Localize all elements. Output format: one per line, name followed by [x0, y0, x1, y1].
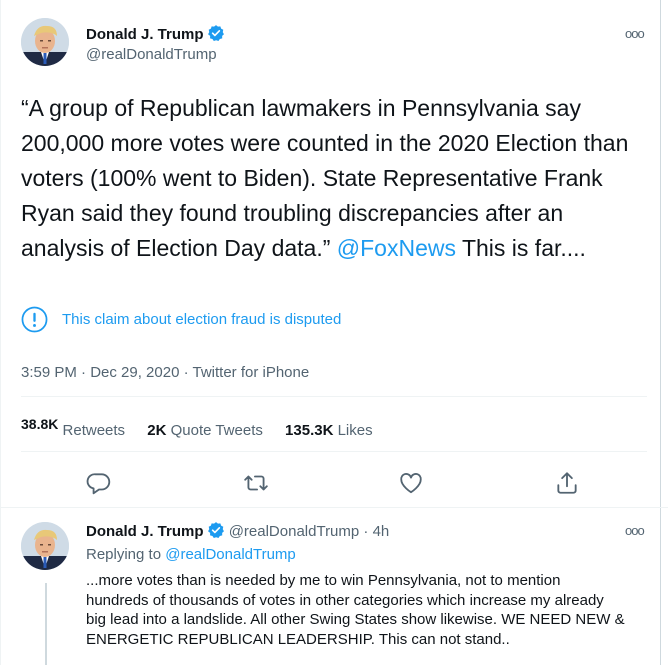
- replying-to: Replying to @realDonaldTrump: [86, 546, 296, 563]
- replying-to-handle[interactable]: @realDonaldTrump: [165, 546, 296, 563]
- tweet-text: “A group of Republican lawmakers in Penn…: [21, 91, 646, 266]
- reply-time[interactable]: 4h: [373, 523, 390, 540]
- retweet-icon[interactable]: [243, 470, 269, 496]
- tweet-stats: 38.8K Retweets 2K Quote Tweets 135.3K Li…: [21, 417, 391, 439]
- reply-author-avatar[interactable]: [21, 522, 69, 570]
- divider: [0, 507, 668, 508]
- likes-stat[interactable]: 135.3K Likes: [285, 422, 373, 439]
- verified-badge-icon: [207, 24, 225, 46]
- reply-author-handle[interactable]: @realDonaldTrump: [229, 523, 360, 540]
- author-avatar[interactable]: [21, 18, 69, 66]
- tweet-text-tail: This is far....: [455, 235, 586, 261]
- mention-link[interactable]: @FoxNews: [337, 235, 456, 261]
- more-options-icon[interactable]: ooo: [625, 26, 645, 41]
- retweets-stat[interactable]: 38.8K Retweets: [21, 417, 126, 439]
- quote-tweets-count[interactable]: 2K: [147, 422, 166, 439]
- more-options-icon[interactable]: ooo: [625, 523, 645, 538]
- author-name[interactable]: Donald J. Trump: [86, 24, 225, 46]
- tweet-timestamp[interactable]: 3:59 PM · Dec 29, 2020 · Twitter for iPh…: [21, 364, 309, 381]
- likes-label[interactable]: Likes: [338, 422, 373, 439]
- disputed-claim-notice[interactable]: This claim about election fraud is dispu…: [21, 306, 341, 332]
- quote-tweets-label[interactable]: Quote Tweets: [171, 422, 263, 439]
- reply-icon[interactable]: [86, 470, 112, 496]
- reply-text: ...more votes than is needed by me to wi…: [86, 572, 625, 648]
- like-icon[interactable]: [398, 470, 424, 496]
- likes-count[interactable]: 135.3K: [285, 422, 333, 439]
- divider: [21, 451, 647, 452]
- separator-dot: ·: [363, 523, 369, 540]
- reply-author-name[interactable]: Donald J. Trump: [86, 523, 204, 540]
- divider: [21, 396, 647, 397]
- info-exclamation-icon: [21, 306, 48, 332]
- share-icon[interactable]: [554, 470, 580, 496]
- author-handle[interactable]: @realDonaldTrump: [86, 46, 217, 63]
- quote-tweets-stat[interactable]: 2K Quote Tweets: [147, 422, 263, 439]
- disputed-claim-text[interactable]: This claim about election fraud is dispu…: [62, 311, 341, 328]
- thread-connector-line: [45, 583, 47, 665]
- retweets-count[interactable]: 38.8K: [21, 417, 58, 432]
- replying-to-label: Replying to: [86, 546, 162, 563]
- retweets-label[interactable]: Retweets: [63, 422, 126, 439]
- verified-badge-icon: [207, 521, 225, 543]
- reply-header: Donald J. Trump @realDonaldTrump · 4h: [86, 521, 389, 543]
- author-name-text[interactable]: Donald J. Trump: [86, 26, 204, 43]
